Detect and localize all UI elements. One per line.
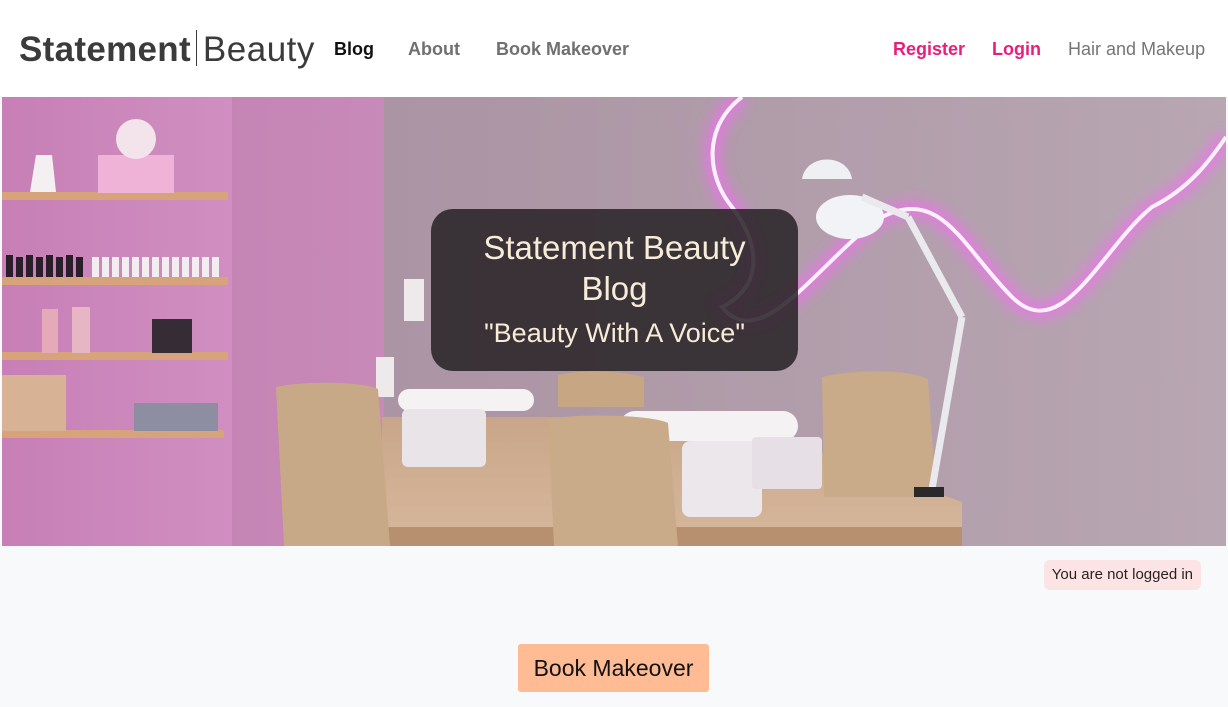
brand-divider: [195, 30, 197, 66]
nav-link-about[interactable]: About: [408, 38, 460, 60]
nav-link-login[interactable]: Login: [992, 38, 1041, 60]
hero-overlay-card: Statement Beauty Blog "Beauty With A Voi…: [431, 209, 798, 371]
nav-link-register[interactable]: Register: [893, 38, 965, 60]
hero-title: Statement Beauty Blog: [483, 229, 746, 307]
brand-name-strong: Statement: [19, 30, 191, 69]
hero-banner: Statement Beauty Blog "Beauty With A Voi…: [2, 97, 1226, 546]
page: Statement Beauty Blog About Book Makeover…: [0, 0, 1228, 707]
nav-link-hair-and-makeup[interactable]: Hair and Makeup: [1068, 38, 1205, 60]
book-makeover-button[interactable]: Book Makeover: [518, 644, 709, 692]
nav-link-blog[interactable]: Blog: [334, 38, 374, 60]
brand-logo[interactable]: Statement Beauty: [19, 28, 315, 72]
navbar: Statement Beauty Blog About Book Makeover…: [0, 0, 1228, 97]
brand-name-light: Beauty: [202, 30, 315, 69]
nav-link-book-makeover[interactable]: Book Makeover: [496, 38, 629, 60]
hero-tagline: "Beauty With A Voice": [484, 318, 745, 348]
login-status-badge: You are not logged in: [1043, 560, 1201, 590]
